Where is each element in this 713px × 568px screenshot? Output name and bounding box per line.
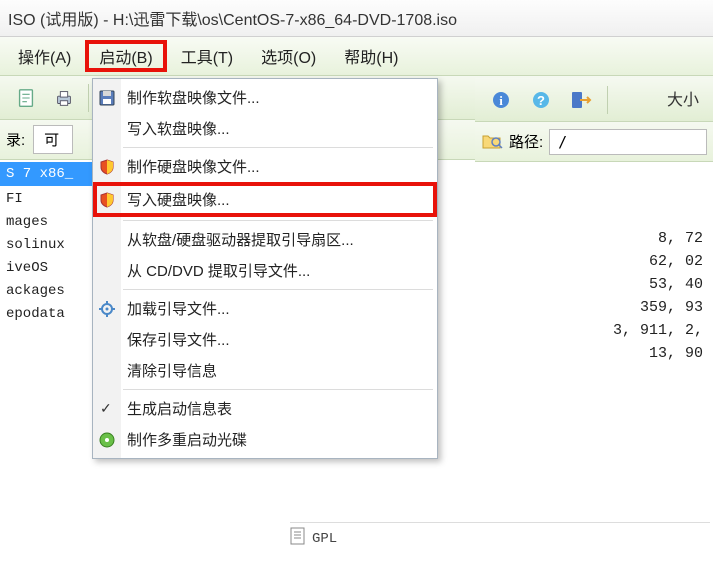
menu-extract-cd-boot[interactable]: 从 CD/DVD 提取引导文件... — [93, 255, 437, 286]
menu-label: 从 CD/DVD 提取引导文件... — [127, 260, 310, 281]
file-size-column: 8, 72 62, 02 53, 40 359, 93 3, 911, 2, 1… — [475, 162, 713, 374]
path-input[interactable]: / — [549, 129, 707, 155]
menu-write-floppy-image[interactable]: 写入软盘映像... — [93, 113, 437, 144]
help-icon: ? — [531, 90, 551, 110]
right-panel: i ? 路径: / 8, 72 62, 02 53, 40 359, 93 3,… — [475, 78, 713, 374]
size-cell: 359, 93 — [485, 299, 703, 316]
size-cell: 8, 72 — [485, 230, 703, 247]
menu-separator — [123, 289, 433, 290]
menu-bar: 操作(A) 启动(B) 工具(T) 选项(O) 帮助(H) — [0, 37, 713, 76]
menu-label: 保存引导文件... — [127, 329, 230, 350]
menu-label: 制作软盘映像文件... — [127, 87, 260, 108]
toolbar-separator — [607, 86, 608, 114]
menu-action[interactable]: 操作(A) — [4, 40, 85, 72]
shield-icon — [98, 191, 116, 209]
check-icon: ✓ — [100, 400, 112, 417]
info-icon: i — [491, 90, 511, 110]
toolbar-button-2[interactable] — [46, 82, 82, 114]
menu-help[interactable]: 帮助(H) — [330, 40, 412, 72]
svg-text:?: ? — [537, 93, 545, 108]
size-column-header: 大小 — [667, 86, 699, 110]
floppy-icon — [98, 89, 116, 107]
menu-extract-boot-sector[interactable]: 从软盘/硬盘驱动器提取引导扇区... — [93, 224, 437, 255]
menu-label: 写入硬盘映像... — [127, 189, 230, 210]
printer-icon — [53, 87, 75, 109]
disc-icon — [98, 431, 116, 449]
record-label: 录: — [6, 129, 25, 150]
menu-options[interactable]: 选项(O) — [247, 40, 330, 72]
path-label: 路径: — [509, 131, 543, 152]
menu-tools[interactable]: 工具(T) — [167, 40, 247, 72]
menu-label: 清除引导信息 — [127, 360, 217, 381]
toolbar-separator — [88, 84, 89, 112]
status-file-label: GPL — [312, 531, 337, 547]
folder-search-icon[interactable] — [481, 130, 503, 154]
boot-dropdown-menu: 制作软盘映像文件... 写入软盘映像... 制作硬盘映像文件... 写入硬盘映像… — [92, 78, 438, 459]
menu-load-boot-file[interactable]: 加载引导文件... — [93, 293, 437, 324]
info-button[interactable]: i — [483, 84, 519, 116]
menu-boot[interactable]: 启动(B) — [85, 40, 166, 72]
menu-make-hdd-image[interactable]: 制作硬盘映像文件... — [93, 151, 437, 182]
menu-make-floppy-image[interactable]: 制作软盘映像文件... — [93, 82, 437, 113]
menu-label: 加载引导文件... — [127, 298, 230, 319]
menu-save-boot-file[interactable]: 保存引导文件... — [93, 324, 437, 355]
size-cell: 62, 02 — [485, 253, 703, 270]
size-cell: 53, 40 — [485, 276, 703, 293]
gear-icon — [98, 300, 116, 318]
help-button[interactable]: ? — [523, 84, 559, 116]
size-cell: 3, 911, 2, — [485, 322, 703, 339]
exit-icon — [570, 89, 592, 111]
exit-button[interactable] — [563, 84, 599, 116]
document-icon — [15, 87, 37, 109]
shield-icon — [98, 158, 116, 176]
menu-clear-boot-info[interactable]: 清除引导信息 — [93, 355, 437, 386]
toolbar-button-1[interactable] — [8, 82, 44, 114]
menu-label: 制作硬盘映像文件... — [127, 156, 260, 177]
window-title: ISO (试用版) - H:\迅雷下载\os\CentOS-7-x86_64-D… — [0, 0, 713, 37]
menu-separator — [123, 147, 433, 148]
menu-generate-boot-info-table[interactable]: ✓ 生成启动信息表 — [93, 393, 437, 424]
menu-label: 从软盘/硬盘驱动器提取引导扇区... — [127, 229, 354, 250]
menu-write-hdd-image[interactable]: 写入硬盘映像... — [93, 182, 437, 217]
size-cell: 13, 90 — [485, 345, 703, 362]
menu-label: 制作多重启动光碟 — [127, 429, 247, 450]
text-file-icon — [290, 527, 306, 550]
menu-separator — [123, 220, 433, 221]
menu-label: 生成启动信息表 — [127, 398, 232, 419]
bottom-status: GPL — [290, 522, 710, 550]
right-path-row: 路径: / — [475, 122, 713, 162]
menu-make-multiboot-disc[interactable]: 制作多重启动光碟 — [93, 424, 437, 455]
record-dropdown[interactable]: 可 — [33, 125, 73, 154]
svg-text:i: i — [499, 93, 503, 108]
menu-label: 写入软盘映像... — [127, 118, 230, 139]
title-text: ISO (试用版) - H:\迅雷下载\os\CentOS-7-x86_64-D… — [8, 12, 457, 29]
menu-separator — [123, 389, 433, 390]
